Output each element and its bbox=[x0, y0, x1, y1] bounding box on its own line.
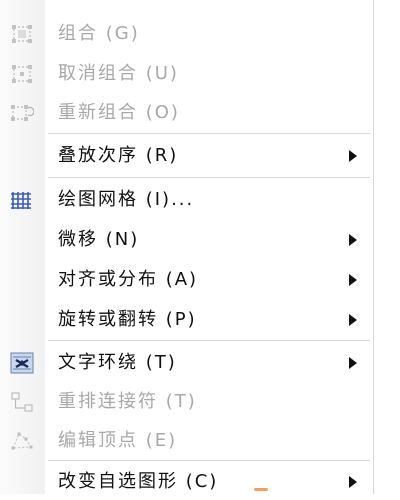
menu-separator bbox=[48, 133, 370, 134]
menu-item-label: 微移 (N) bbox=[58, 229, 140, 250]
menu-item-align-distribute[interactable]: 对齐或分布 (A) bbox=[0, 262, 373, 298]
menu-item-reroute-connectors[interactable]: 重排连接符 (T) bbox=[0, 384, 373, 420]
submenu-arrow-icon bbox=[349, 476, 357, 488]
menu-item-order[interactable]: 叠放次序 (R) bbox=[0, 138, 373, 174]
menu-item-text-wrapping[interactable]: 文字环绕 (T) bbox=[0, 345, 373, 381]
menu-item-label: 取消组合 (U) bbox=[58, 63, 179, 84]
menu-item-label: 绘图网格 (I)... bbox=[58, 189, 195, 210]
menu-separator bbox=[48, 340, 370, 341]
menu-item-regroup[interactable]: 重新组合 (O) bbox=[0, 95, 373, 131]
menu-item-label: 重排连接符 (T) bbox=[58, 391, 197, 412]
group-icon bbox=[10, 23, 34, 45]
context-menu: 组合 (G) 取消组合 (U) 重新组合 (O) 叠放次序 (R) 绘图网格 (… bbox=[0, 0, 374, 494]
menu-item-ungroup[interactable]: 取消组合 (U) bbox=[0, 56, 373, 92]
menu-item-drawing-grid[interactable]: 绘图网格 (I)... bbox=[0, 182, 373, 218]
reroute-connectors-icon bbox=[10, 391, 34, 413]
ungroup-icon bbox=[10, 63, 34, 85]
menu-item-label: 对齐或分布 (A) bbox=[58, 269, 199, 290]
regroup-icon bbox=[10, 102, 35, 124]
menu-item-label: 重新组合 (O) bbox=[58, 102, 180, 123]
menu-item-label: 叠放次序 (R) bbox=[58, 145, 179, 166]
menu-border bbox=[373, 0, 374, 494]
menu-item-rotate-flip[interactable]: 旋转或翻转 (P) bbox=[0, 302, 373, 338]
menu-item-label: 编辑顶点 (E) bbox=[58, 430, 178, 451]
menu-item-label: 旋转或翻转 (P) bbox=[58, 309, 197, 330]
submenu-arrow-icon bbox=[349, 274, 357, 286]
menu-item-label: 组合 (G) bbox=[58, 23, 140, 44]
menu-item-label: 文字环绕 (T) bbox=[58, 352, 177, 373]
menu-item-change-autoshape[interactable]: 改变自选图形 (C) bbox=[0, 464, 373, 500]
submenu-arrow-icon bbox=[349, 150, 357, 162]
grid-icon bbox=[10, 189, 34, 211]
submenu-arrow-icon bbox=[349, 314, 357, 326]
edit-points-icon bbox=[10, 430, 34, 452]
menu-item-group[interactable]: 组合 (G) bbox=[0, 16, 373, 52]
menu-item-edit-points[interactable]: 编辑顶点 (E) bbox=[0, 423, 373, 459]
decorative-mark bbox=[254, 488, 268, 491]
submenu-arrow-icon bbox=[349, 234, 357, 246]
menu-separator bbox=[48, 460, 370, 461]
menu-item-nudge[interactable]: 微移 (N) bbox=[0, 222, 373, 258]
text-wrap-icon bbox=[10, 352, 34, 374]
menu-separator bbox=[48, 177, 370, 178]
menu-item-label: 改变自选图形 (C) bbox=[58, 471, 219, 492]
submenu-arrow-icon bbox=[349, 357, 357, 369]
